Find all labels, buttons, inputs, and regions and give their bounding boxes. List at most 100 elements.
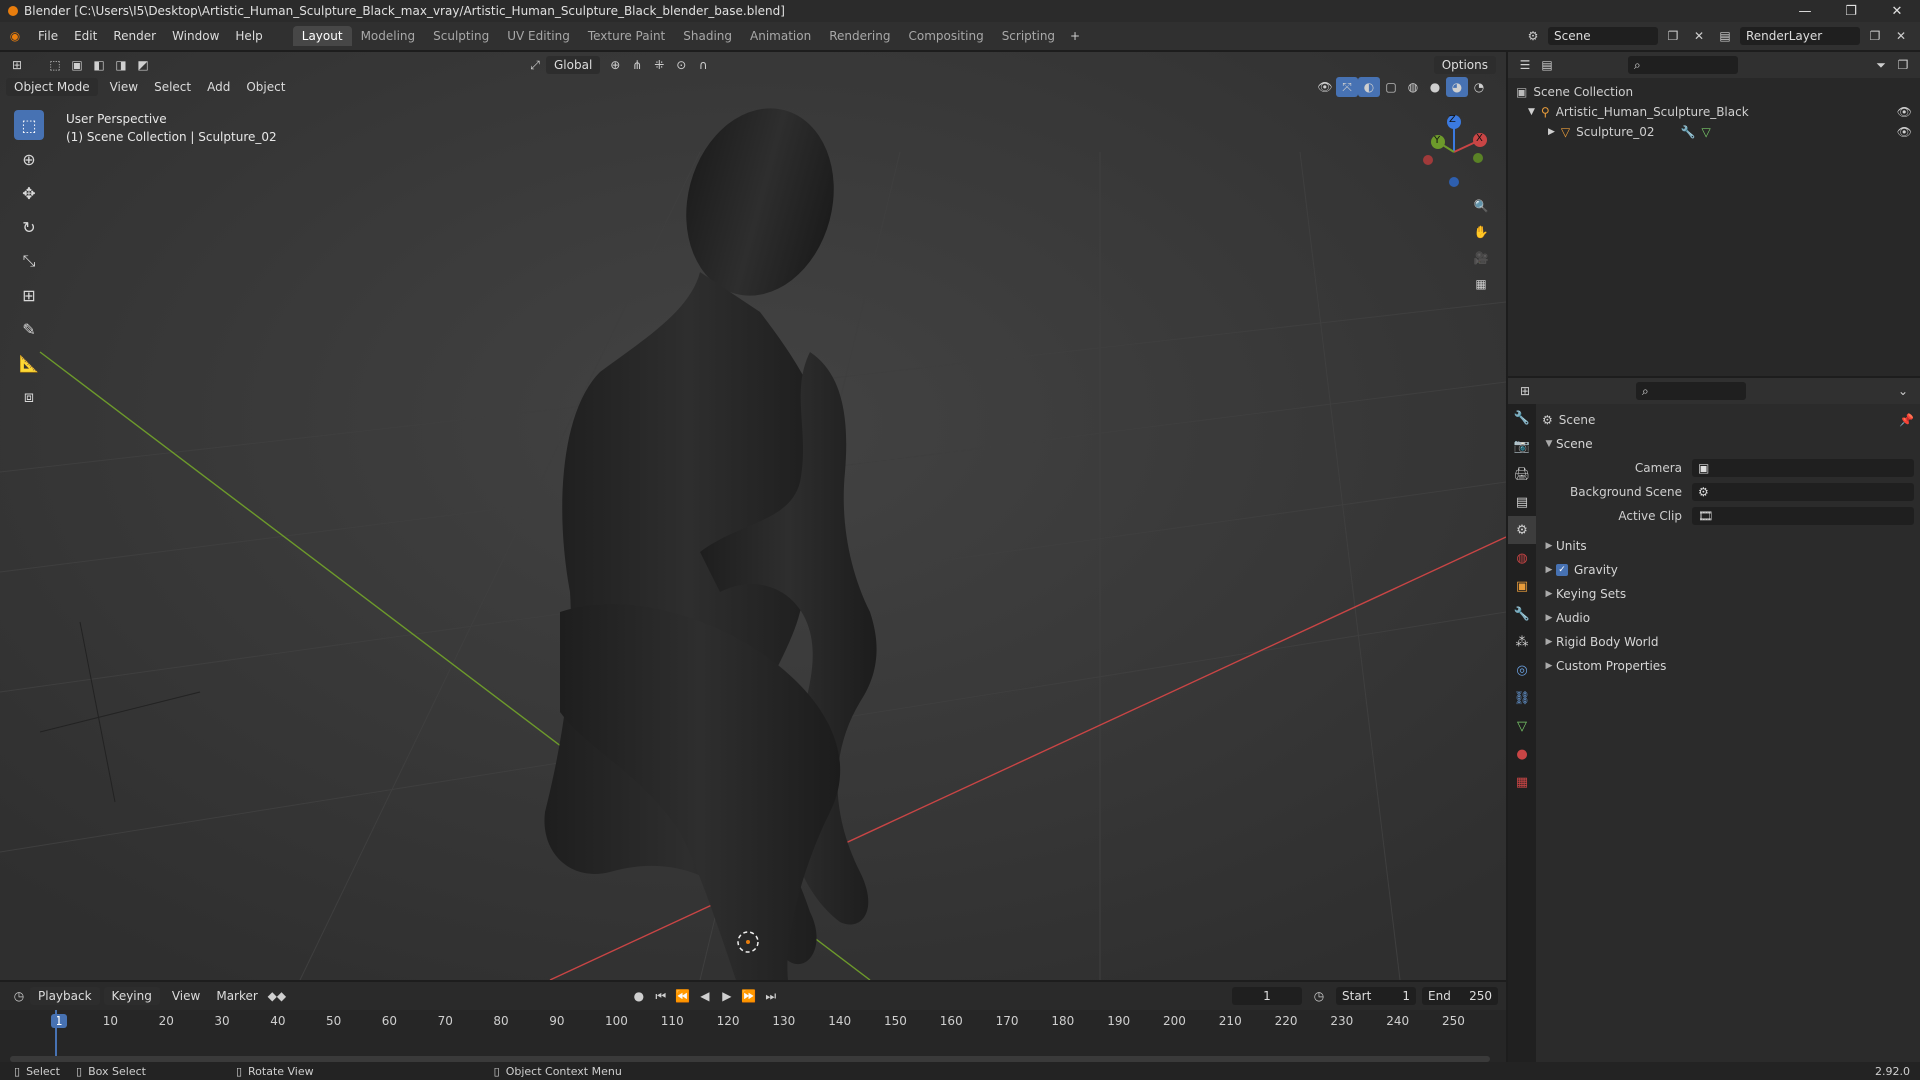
tab-uv-editing[interactable]: UV Editing — [498, 26, 579, 46]
audio-panel[interactable]: ▶ Audio — [1542, 606, 1914, 630]
object-tab-icon[interactable]: ▣ — [1508, 572, 1536, 600]
3d-viewport[interactable]: ⊞ ⬚ ▣ ◧ ◨ ◩ ⤢ Global ⊕ ⋔ ⁜ ⊙ ∩ Options O… — [0, 52, 1506, 980]
background-scene-field[interactable]: ⚙ — [1692, 483, 1914, 501]
restore-icon[interactable]: ❐ — [1828, 4, 1874, 19]
menu-file[interactable]: File — [30, 29, 66, 43]
jump-start-icon[interactable]: ⏮ — [650, 986, 672, 1006]
select-mode-icon[interactable]: ⬚ — [44, 55, 66, 75]
scene-tab-icon[interactable]: ⚙ — [1508, 516, 1536, 544]
render-tab-icon[interactable]: 📷 — [1508, 432, 1536, 460]
eye-icon[interactable]: 👁 — [1897, 102, 1912, 122]
prev-keyframe-icon[interactable]: ⏪ — [672, 986, 694, 1006]
visibility-icon[interactable]: 👁 — [1314, 77, 1336, 97]
camera-field[interactable]: ▣ — [1692, 459, 1914, 477]
timeline-view-menu[interactable]: View — [164, 989, 208, 1003]
current-frame-field[interactable]: 1 — [1232, 987, 1302, 1005]
editor-type-icon[interactable]: ⊞ — [6, 55, 28, 75]
material-tab-icon[interactable]: ● — [1508, 740, 1536, 768]
gravity-checkbox[interactable]: ✓ — [1556, 564, 1568, 576]
display-mode-icon[interactable]: ▤ — [1536, 55, 1558, 75]
timeline-editor-icon[interactable]: ◷ — [8, 986, 30, 1006]
transform-tool-icon[interactable]: ⊞ — [14, 280, 44, 310]
material-shading-icon[interactable]: ◕ — [1446, 77, 1468, 97]
outliner-editor-icon[interactable]: ☰ — [1514, 55, 1536, 75]
filter-icon[interactable]: ⏷ — [1870, 55, 1892, 75]
move-tool-icon[interactable]: ✥ — [14, 178, 44, 208]
camera-view-icon[interactable]: 🎥 — [1470, 248, 1492, 268]
tab-modeling[interactable]: Modeling — [352, 26, 425, 46]
add-cube-tool-icon[interactable]: ⧈ — [14, 382, 44, 412]
select-box-extend-icon[interactable]: ◧ — [88, 55, 110, 75]
pivot-icon[interactable]: ⊕ — [604, 55, 626, 75]
viewport-menu-view[interactable]: View — [102, 80, 146, 94]
minimize-icon[interactable]: — — [1782, 4, 1828, 19]
menu-edit[interactable]: Edit — [66, 29, 105, 43]
options-button[interactable]: Options — [1433, 56, 1496, 74]
scene-icon[interactable]: ⚙ — [1522, 26, 1544, 46]
active-clip-field[interactable]: 🎞 — [1692, 507, 1914, 525]
tab-shading[interactable]: Shading — [674, 26, 741, 46]
scale-tool-icon[interactable]: ⤡ — [14, 246, 44, 276]
record-icon[interactable]: ● — [628, 986, 650, 1006]
play-icon[interactable]: ▶ — [716, 986, 738, 1006]
solid-shading-icon[interactable]: ● — [1424, 77, 1446, 97]
xray-icon[interactable]: ▢ — [1380, 77, 1402, 97]
menu-window[interactable]: Window — [164, 29, 227, 43]
snap-icon[interactable]: ⋔ — [626, 55, 648, 75]
timeline-track[interactable]: 1 10 20 30 40 50 60 70 80 90 100 110 120 130 140 150 160… — [0, 1010, 1506, 1064]
scene-panel-header[interactable]: ▼ Scene — [1542, 432, 1914, 456]
tool-tab-icon[interactable]: 🔧 — [1508, 404, 1536, 432]
zoom-icon[interactable]: 🔍 — [1470, 196, 1492, 216]
gizmo-toggle-icon[interactable]: ⤧ — [1336, 77, 1358, 97]
pan-hand-icon[interactable]: ✋ — [1470, 222, 1492, 242]
scene-selector[interactable]: Scene — [1548, 27, 1658, 45]
annotate-tool-icon[interactable]: ✎ — [14, 314, 44, 344]
collapse-arrow-icon[interactable]: ▶ — [1548, 122, 1555, 142]
tab-scripting[interactable]: Scripting — [993, 26, 1064, 46]
new-collection-icon[interactable]: ❐ — [1892, 55, 1914, 75]
output-tab-icon[interactable]: 🖨 — [1508, 460, 1536, 488]
keying-sets-panel[interactable]: ▶ Keying Sets — [1542, 582, 1914, 606]
playback-menu[interactable]: Playback — [30, 987, 100, 1005]
rotate-tool-icon[interactable]: ↻ — [14, 212, 44, 242]
data-tab-icon[interactable]: ▽ — [1508, 712, 1536, 740]
keying-menu[interactable]: Keying — [103, 987, 160, 1005]
tab-rendering[interactable]: Rendering — [820, 26, 899, 46]
transform-orientation-select[interactable]: Global — [546, 56, 601, 74]
properties-editor-icon[interactable]: ⊞ — [1514, 381, 1536, 401]
snap-target-icon[interactable]: ⁜ — [648, 55, 670, 75]
marker-menu[interactable]: Marker — [208, 989, 265, 1003]
play-reverse-icon[interactable]: ◀ — [694, 986, 716, 1006]
gravity-panel[interactable]: ▶ ✓ Gravity — [1542, 558, 1914, 582]
proportional-edit-icon[interactable]: ⊙ — [670, 55, 692, 75]
outliner-item[interactable]: ▶ ▽ Sculpture_02 🔧 ▽ 👁 — [1516, 122, 1912, 142]
new-scene-icon[interactable]: ❐ — [1662, 26, 1684, 46]
viewport-menu-add[interactable]: Add — [199, 80, 238, 94]
tab-layout[interactable]: Layout — [292, 26, 352, 46]
delete-scene-icon[interactable]: ✕ — [1688, 26, 1710, 46]
properties-search-input[interactable]: ⌕ — [1636, 382, 1746, 400]
rendered-shading-icon[interactable]: ◔ — [1468, 77, 1490, 97]
properties-options-icon[interactable]: ⌄ — [1892, 381, 1914, 401]
tab-sculpting[interactable]: Sculpting — [424, 26, 498, 46]
navigation-gizmo[interactable]: Z X Y — [1418, 112, 1498, 192]
render-layer-selector[interactable]: RenderLayer — [1740, 27, 1860, 45]
expand-arrow-icon[interactable]: ▼ — [1528, 102, 1535, 122]
eye-icon[interactable]: 👁 — [1897, 122, 1912, 142]
viewport-menu-select[interactable]: Select — [146, 80, 199, 94]
pin-icon[interactable]: 📌 — [1899, 413, 1914, 427]
cursor-tool-icon[interactable]: ⊕ — [14, 144, 44, 174]
end-frame-field[interactable]: End 250 — [1422, 987, 1498, 1005]
viewport-menu-object[interactable]: Object — [238, 80, 293, 94]
modifier-icon[interactable]: 🔧 — [1681, 122, 1696, 142]
custom-properties-panel[interactable]: ▶ Custom Properties — [1542, 654, 1914, 678]
world-tab-icon[interactable]: ◍ — [1508, 544, 1536, 572]
delete-layer-icon[interactable]: ✕ — [1890, 26, 1912, 46]
wireframe-shading-icon[interactable]: ◍ — [1402, 77, 1424, 97]
view-layer-tab-icon[interactable]: ▤ — [1508, 488, 1536, 516]
tab-texture-paint[interactable]: Texture Paint — [579, 26, 674, 46]
tab-animation[interactable]: Animation — [741, 26, 820, 46]
particles-tab-icon[interactable]: ⁂ — [1508, 628, 1536, 656]
menu-help[interactable]: Help — [227, 29, 270, 43]
overlay-icon[interactable]: ◐ — [1358, 77, 1380, 97]
